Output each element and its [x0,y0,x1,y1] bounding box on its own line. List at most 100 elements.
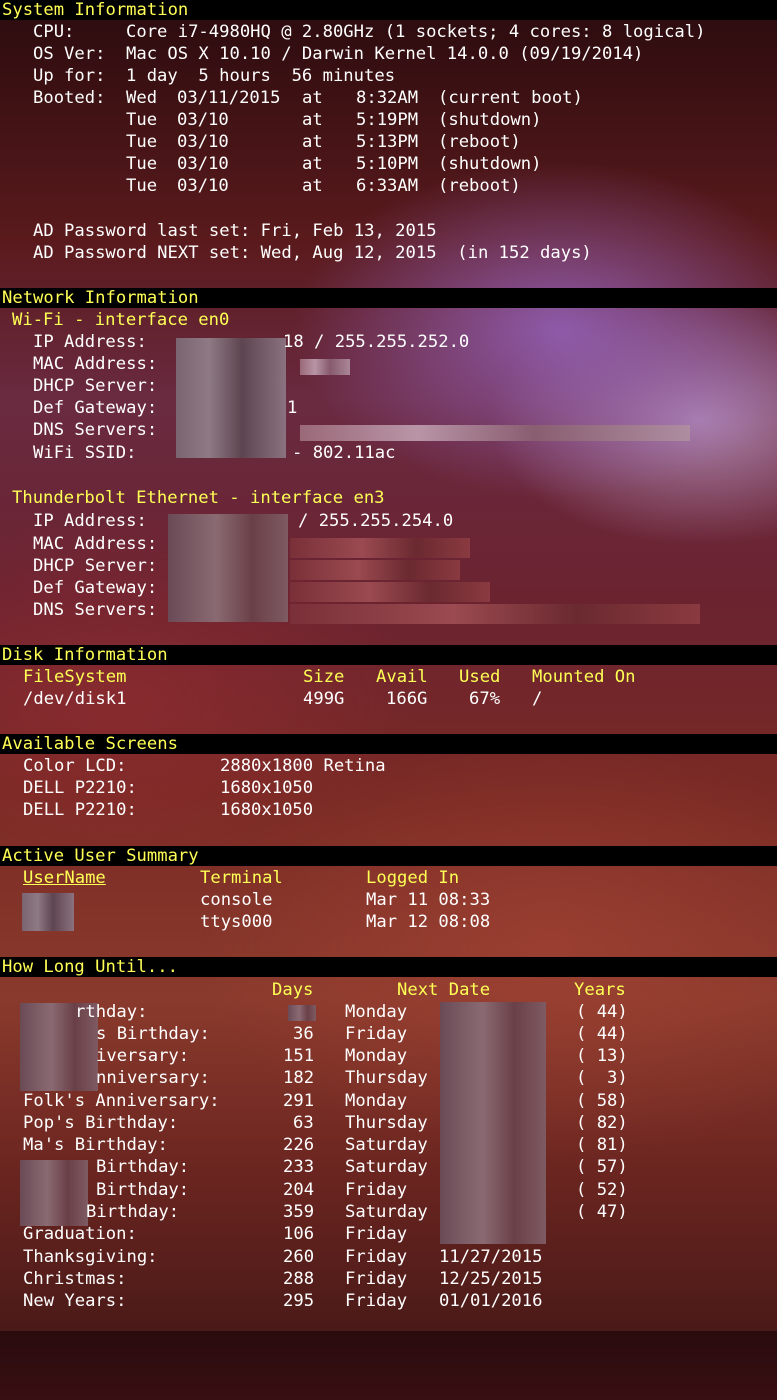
user-terminal: console [200,890,273,910]
screen-row: DELL P2210: 1680x1050 [0,799,313,821]
wifi-ssid-label: WiFi SSID: [33,443,137,463]
boot-day: Tue [126,154,158,174]
wifi-dhcp-label: DHCP Server: [33,376,158,396]
event-weekday: Saturday [345,1202,428,1222]
boot-note: (current boot) [438,88,583,108]
event-days: 36 [293,1024,314,1044]
event-years: ( 3) [576,1068,628,1088]
event-date: 11/27/2015 [439,1247,543,1267]
system-title: System Information [2,0,189,20]
event-date: 01/01/2016 [439,1291,543,1311]
event-years: ( 52) [576,1180,628,1200]
redacted-block [290,538,470,558]
user-login-time: Mar 12 08:08 [366,912,491,932]
redacted-block [300,425,690,441]
network-title: Network Information [2,288,199,308]
booted-label: Booted: [33,88,106,108]
os-row: OS Ver: Mac OS X 10.10 / Darwin Kernel 1… [0,43,643,65]
wifi-gateway-row: Def Gateway: 1 [0,397,297,419]
cpu-value: Core i7-4980HQ @ 2.80GHz (1 sockets; 4 c… [126,22,706,42]
eth-gateway-label: Def Gateway: [33,578,158,598]
until-row: New Years: 295 Friday 01/01/2016 [0,1290,542,1312]
redacted-block [300,359,350,375]
disk-title: Disk Information [2,645,168,665]
screen-name: Color LCD: [23,756,127,776]
event-days: 260 [283,1247,315,1267]
col-terminal: Terminal [200,868,283,888]
event-days: 291 [283,1091,315,1111]
uptime-row: Up for: 1 day 5 hours 56 minutes [0,65,395,87]
redacted-block [440,1002,546,1244]
redacted-block [288,1005,316,1021]
event-weekday: Friday [345,1269,408,1289]
ad-last-text: AD Password last set: Fri, Feb 13, 2015 [33,221,437,241]
event-label: Ma's Birthday: [23,1135,168,1155]
event-label: Birthday: [86,1202,180,1222]
screen-resolution: 1680x1050 [220,800,314,820]
cpu-label: CPU: [33,22,75,42]
event-days: 204 [283,1180,315,1200]
users-title: Active User Summary [2,846,199,866]
boot-at: at [302,154,323,174]
eth-dns-label: DNS Servers: [33,600,158,620]
event-years: ( 47) [576,1202,628,1222]
boot-at: at [302,132,323,152]
event-years: ( 44) [576,1024,628,1044]
disk-filesystem: /dev/disk1 [23,689,127,709]
boot-time: 5:13PM [356,132,419,152]
wifi-gateway-label: Def Gateway: [33,398,158,418]
user-row: console Mar 11 08:33 [0,889,490,911]
event-days: 63 [293,1113,314,1133]
event-label: rthday: [75,1002,148,1022]
screen-resolution: 1680x1050 [220,778,314,798]
redacted-block [20,1160,88,1226]
disk-size: 499G [303,689,345,709]
event-label: Folk's Anniversary: [23,1091,220,1111]
boot-note: (reboot) [438,132,521,152]
redacted-block [168,514,288,622]
event-days: 288 [283,1269,315,1289]
boot-row: Tue 03/10 at 5:10PM (shutdown) [0,153,541,175]
wifi-header: Wi-Fi - interface en0 [12,310,230,330]
screen-resolution: 2880x1800 Retina [220,756,386,776]
event-weekday: Saturday [345,1135,428,1155]
boot-date: 03/10 [177,154,229,174]
wifi-ssid-row: WiFi SSID: - 802.11ac [0,442,395,464]
user-terminal: ttys000 [200,912,273,932]
event-years: ( 81) [576,1135,628,1155]
wifi-gateway-value: 1 [287,398,298,418]
screen-name: DELL P2210: [23,778,137,798]
col-days: Days [272,980,314,1000]
event-label: Graduation: [23,1224,137,1244]
until-row: Christmas: 288 Friday 12/25/2015 [0,1268,542,1290]
boot-row: Tue 03/10 at 5:13PM (reboot) [0,131,521,153]
screen-row: DELL P2210: 1680x1050 [0,777,313,799]
screen-row: Color LCD: 2880x1800 Retina [0,755,386,777]
event-weekday: Friday [345,1291,408,1311]
eth-mac-label: MAC Address: [33,534,158,554]
event-weekday: Friday [345,1247,408,1267]
event-days: 233 [283,1157,315,1177]
redacted-block [290,582,490,602]
boot-date: 03/10 [177,176,229,196]
cpu-row: CPU: Core i7-4980HQ @ 2.80GHz (1 sockets… [0,21,705,43]
boot-date: 03/11/2015 [177,88,281,108]
wifi-ip-value: 18 / 255.255.252.0 [283,332,470,352]
event-weekday: Friday [345,1224,408,1244]
boot-at: at [302,88,323,108]
col-filesystem: FileSystem [23,667,127,687]
redacted-block [22,893,74,931]
event-days: 106 [283,1224,315,1244]
event-label: Birthday: [96,1157,190,1177]
event-label: Christmas: [23,1269,127,1289]
boot-row: Tue 03/10 at 6:33AM (reboot) [0,175,521,197]
eth-ip-label: IP Address: [33,511,147,531]
boot-time: 8:32AM [356,88,419,108]
event-years: ( 82) [576,1113,628,1133]
disk-table-header: FileSystem Size Avail Used Mounted On [0,666,635,688]
col-years: Years [574,980,626,1000]
col-avail: Avail [376,667,428,687]
wifi-dns-label: DNS Servers: [33,420,158,440]
col-mounted-on: Mounted On [532,667,636,687]
boot-day: Tue [126,110,158,130]
